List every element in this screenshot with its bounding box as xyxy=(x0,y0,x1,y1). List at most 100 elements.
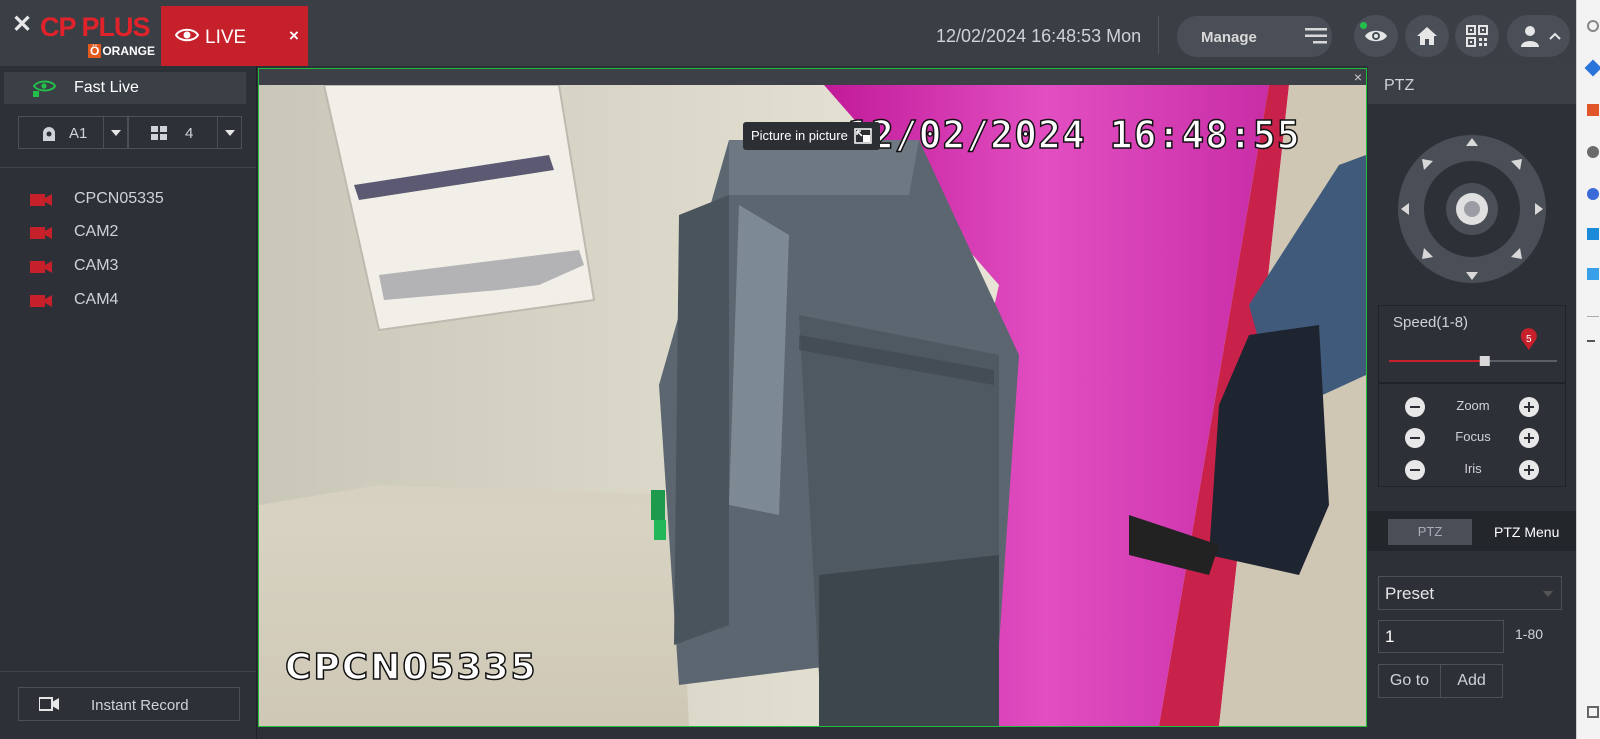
zoom-out-button[interactable] xyxy=(1405,397,1425,417)
zoom-label: Zoom xyxy=(1456,398,1490,413)
chevron-down-icon xyxy=(217,117,241,148)
camera-label: CPCN05335 xyxy=(74,190,164,207)
focus-label: Focus xyxy=(1455,429,1491,444)
browser-side-strip xyxy=(1576,0,1600,739)
focus-plus-button[interactable] xyxy=(1519,428,1539,448)
picture-in-picture-tooltip[interactable]: Picture in picture xyxy=(743,122,880,150)
camera-icon xyxy=(30,295,52,307)
zoom-in-button[interactable] xyxy=(1519,397,1539,417)
preset-select[interactable]: Preset xyxy=(1378,576,1562,610)
fast-live-icon xyxy=(32,80,56,97)
ptz-title: PTZ xyxy=(1384,77,1415,94)
record-camera-icon xyxy=(39,697,59,711)
logo-sub-text: ORANGE xyxy=(102,44,156,58)
lens-controls: Zoom Focus Iris xyxy=(1378,383,1566,487)
camera-icon xyxy=(30,194,52,206)
chevron-down-icon xyxy=(1543,591,1553,597)
video-close-button[interactable]: × xyxy=(1354,69,1362,85)
iris-row: Iris xyxy=(1379,457,1567,483)
pip-icon xyxy=(854,128,872,144)
ptz-tabs: PTZ PTZ Menu xyxy=(1368,511,1576,551)
ptz-direction-pad[interactable] xyxy=(1397,134,1547,284)
zoom-row: Zoom xyxy=(1379,394,1567,420)
iris-label: Iris xyxy=(1464,461,1482,476)
live-view-button[interactable] xyxy=(1354,15,1398,57)
chevron-down-icon xyxy=(103,117,127,148)
focus-row: Focus xyxy=(1379,425,1567,451)
instant-record-label: Instant Record xyxy=(91,697,189,714)
copilot-icon[interactable] xyxy=(1587,188,1599,200)
panel-icon[interactable] xyxy=(1587,706,1599,718)
logo-sub: Ö ORANGE xyxy=(88,44,156,58)
tab-live-label: LIVE xyxy=(205,27,247,48)
manage-button[interactable]: Manage xyxy=(1177,16,1332,57)
left-sidebar: Fast Live A1 4 CPCN05335 CAM2 CAM3 CAM4 … xyxy=(0,66,257,739)
camera-scene-image xyxy=(259,85,1366,726)
preset-number-input[interactable] xyxy=(1378,620,1504,653)
home-icon xyxy=(1417,27,1437,45)
focus-minus-button[interactable] xyxy=(1405,428,1425,448)
bag-icon[interactable] xyxy=(1587,104,1599,116)
camera-group-icon xyxy=(43,127,55,141)
diamond-icon[interactable] xyxy=(1584,59,1600,77)
divider xyxy=(1158,16,1159,54)
user-icon xyxy=(1521,26,1539,47)
speed-control: Speed(1-8) 5 xyxy=(1378,305,1566,383)
logo-mark-icon: ✕ xyxy=(12,11,33,38)
tab-live[interactable]: LIVE × xyxy=(161,6,308,66)
camera-icon xyxy=(30,227,52,239)
tab-ptz-menu[interactable]: PTZ Menu xyxy=(1494,519,1574,545)
preset-select-value: Preset xyxy=(1385,584,1435,603)
divider xyxy=(0,671,256,672)
ptz-header: PTZ xyxy=(1368,66,1576,104)
iris-minus-button[interactable] xyxy=(1405,460,1425,480)
chevron-up-icon xyxy=(1549,32,1561,40)
telegram-icon[interactable] xyxy=(1587,268,1599,280)
live-video-feed[interactable]: 12/02/2024 16:48:55 CPCN05335 Picture in… xyxy=(259,85,1366,726)
channel-group-select[interactable]: A1 xyxy=(18,116,128,149)
system-datetime: 12/02/2024 16:48:53 Mon xyxy=(936,26,1142,46)
ptz-panel: PTZ Speed(1-8) 5 Zoom Focus Iris PTZ PTZ… xyxy=(1368,66,1576,739)
top-bar: ✕ CP PLUS Ö ORANGE LIVE × 12/02/2024 16:4… xyxy=(0,0,1576,66)
speed-handle[interactable] xyxy=(1479,356,1490,366)
fast-live-header[interactable]: Fast Live xyxy=(4,72,246,104)
speed-value: 5 xyxy=(1526,334,1532,345)
add-preset-button[interactable]: Add xyxy=(1440,664,1503,698)
eye-icon xyxy=(1365,30,1387,42)
instant-record-button[interactable]: Instant Record xyxy=(18,687,240,721)
home-button[interactable] xyxy=(1405,15,1449,57)
fast-live-label: Fast Live xyxy=(74,79,139,96)
search-icon[interactable] xyxy=(1587,20,1599,32)
user-menu-button[interactable] xyxy=(1507,15,1570,57)
eye-icon xyxy=(175,28,199,42)
manage-label: Manage xyxy=(1201,29,1257,46)
add-icon[interactable] xyxy=(1587,340,1595,342)
tab-live-close-button[interactable]: × xyxy=(289,26,299,46)
osd-timestamp: 12/02/2024 16:48:55 xyxy=(846,112,1301,158)
video-window[interactable]: × 12/02/2024 16:48:55 CPCN05335 Picture … xyxy=(258,68,1367,727)
speed-slider[interactable]: 5 xyxy=(1387,328,1559,374)
divider xyxy=(0,167,256,168)
cp-plus-logo: ✕ CP PLUS Ö ORANGE xyxy=(8,8,158,60)
camera-label: CAM3 xyxy=(74,257,119,274)
tab-ptz[interactable]: PTZ xyxy=(1388,519,1472,545)
goto-preset-button[interactable]: Go to xyxy=(1378,664,1441,698)
camera-label: CAM2 xyxy=(74,223,119,240)
layout-value: 4 xyxy=(185,125,194,142)
nvr-app: ✕ CP PLUS Ö ORANGE LIVE × 12/02/2024 16:4… xyxy=(0,0,1576,739)
menu-icon xyxy=(1305,28,1327,44)
osd-camera-name: CPCN05335 xyxy=(284,646,538,689)
grid-layout-icon xyxy=(151,126,167,140)
qr-code-icon xyxy=(1466,25,1488,47)
camera-icon xyxy=(30,261,52,273)
layout-select[interactable]: 4 xyxy=(128,116,242,149)
logo-text: CP PLUS xyxy=(40,12,151,42)
outlook-icon[interactable] xyxy=(1587,228,1599,240)
camera-label: CAM4 xyxy=(74,291,119,308)
preset-range-label: 1-80 xyxy=(1515,626,1544,642)
person-icon[interactable] xyxy=(1587,146,1599,158)
divider xyxy=(1587,316,1599,317)
qr-code-button[interactable] xyxy=(1455,15,1499,57)
channel-group-value: A1 xyxy=(69,125,88,142)
iris-plus-button[interactable] xyxy=(1519,460,1539,480)
